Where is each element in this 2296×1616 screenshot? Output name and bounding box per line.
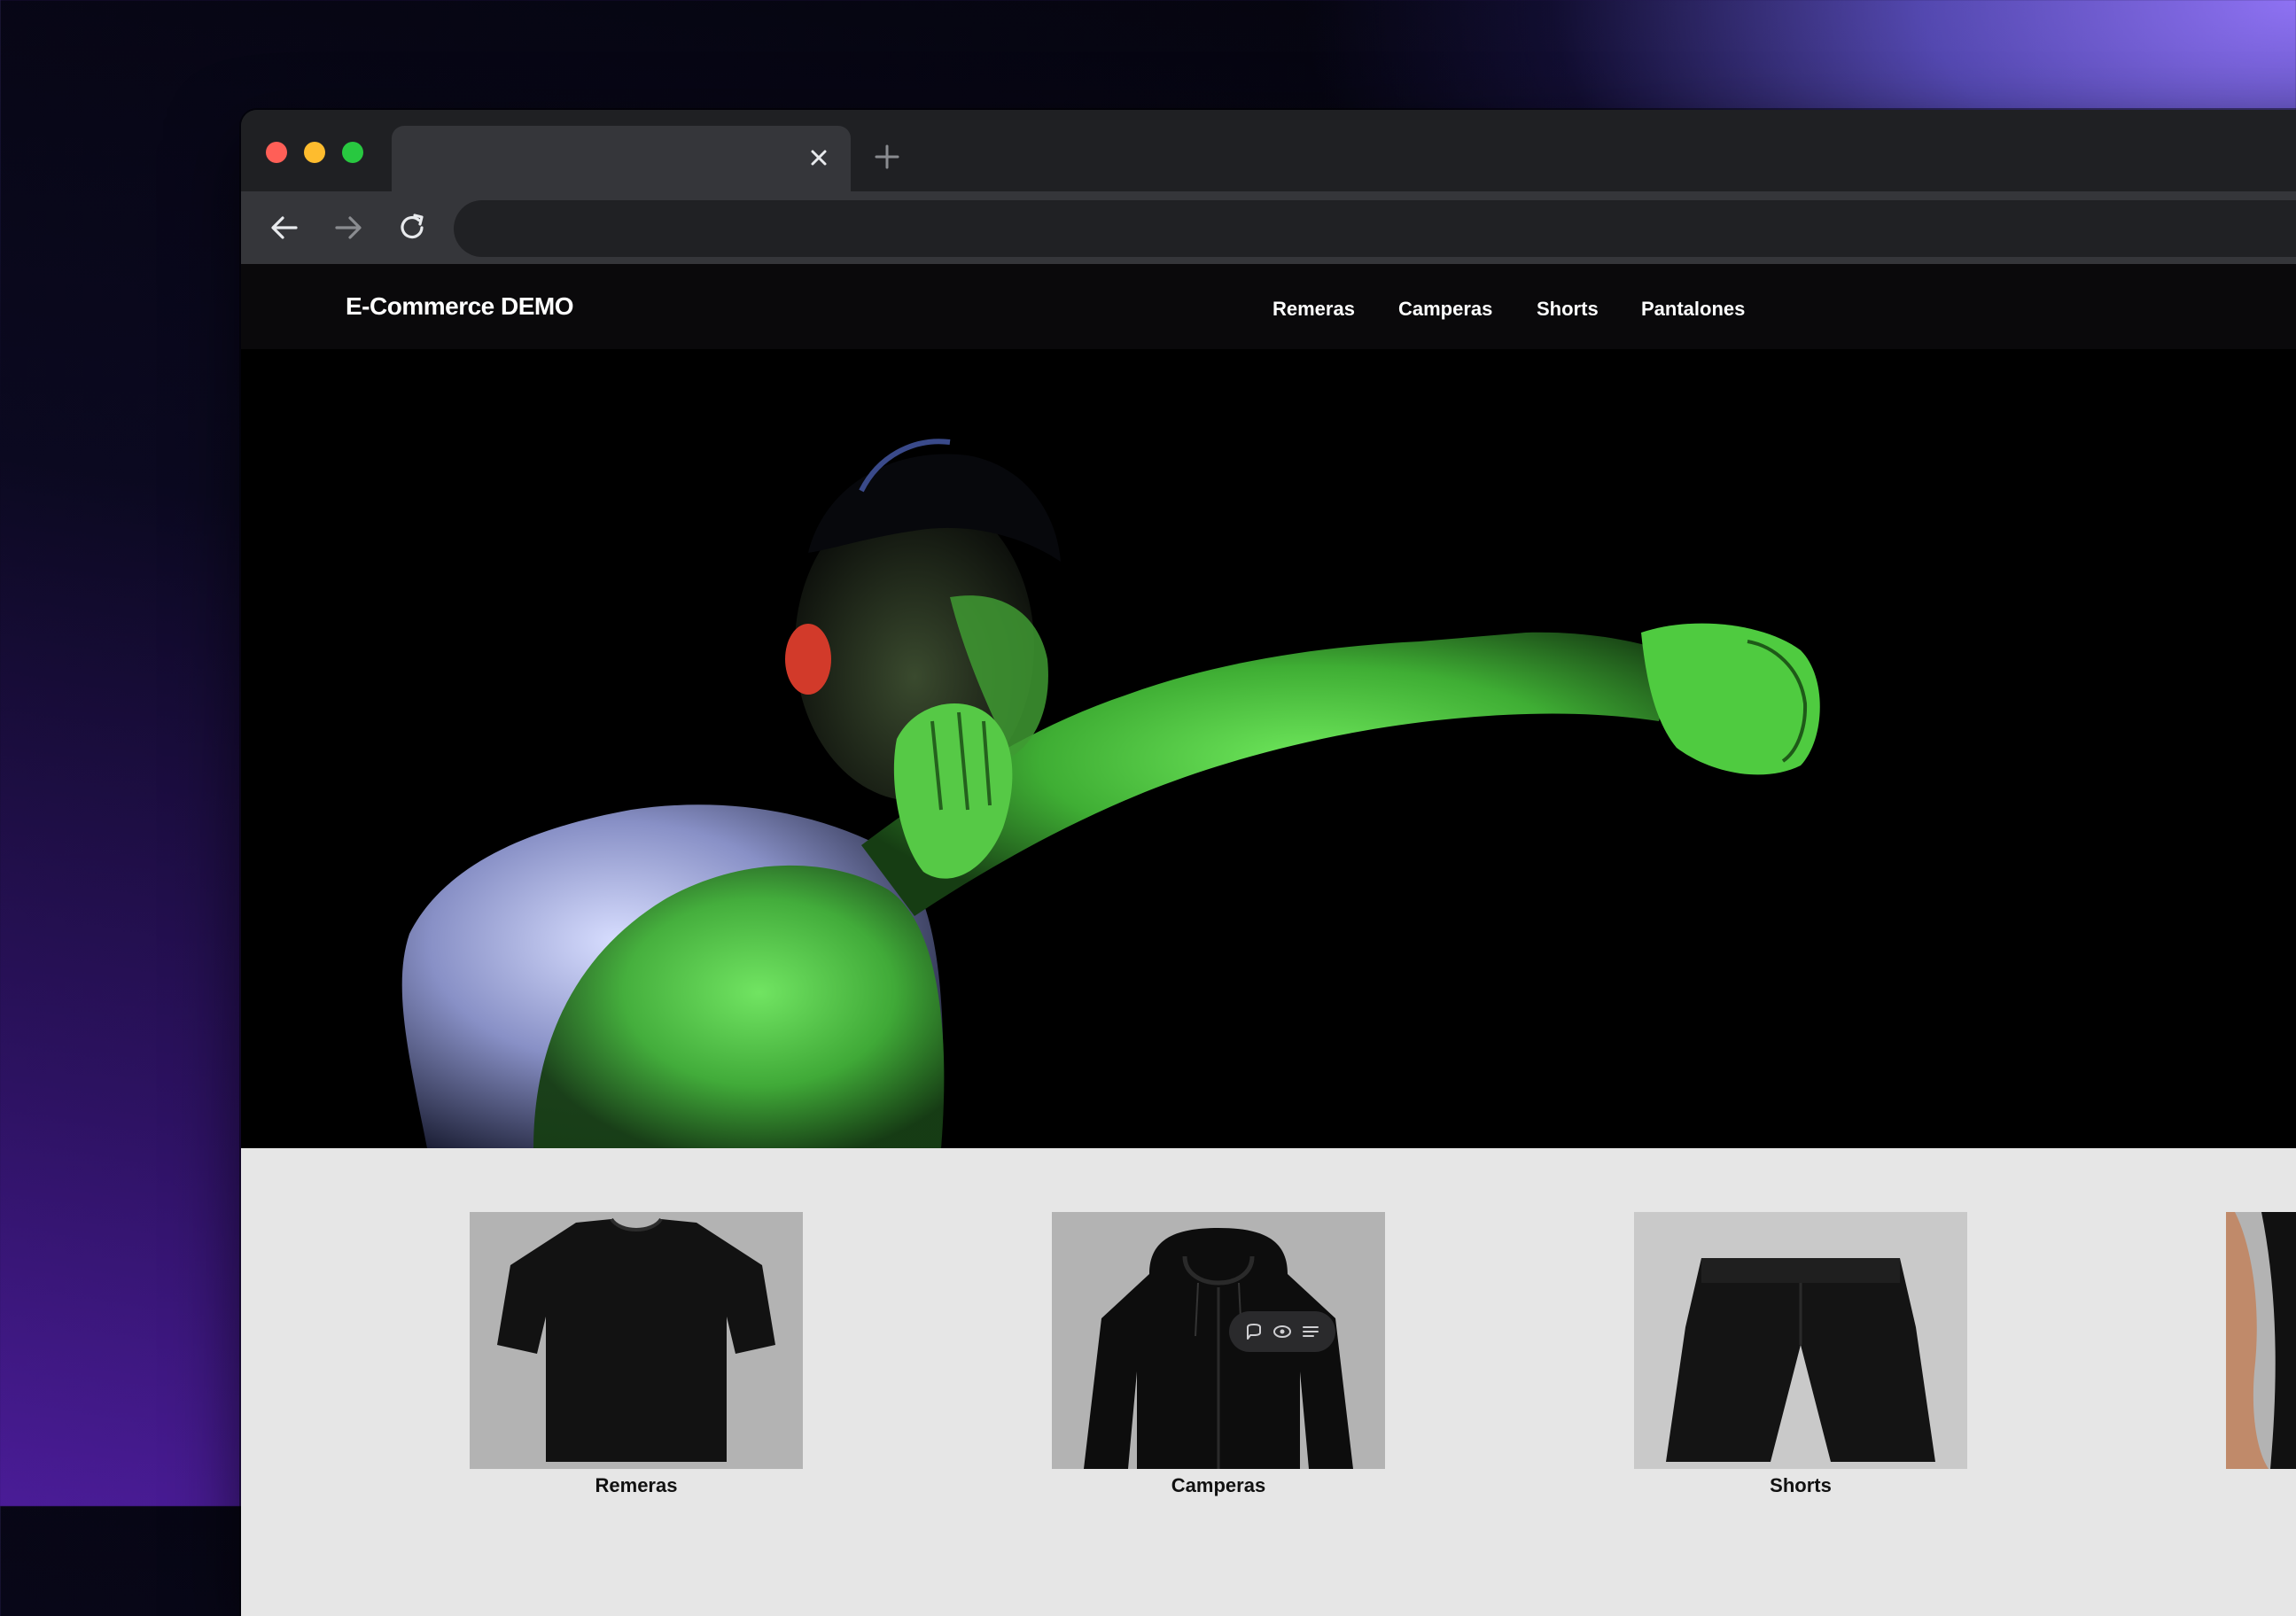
close-icon[interactable]	[805, 144, 833, 172]
nav-link-remeras[interactable]: Remeras	[1273, 298, 1355, 321]
category-label: Shorts	[1770, 1474, 1832, 1496]
close-window-button[interactable]	[266, 142, 287, 163]
arrow-right-icon[interactable]	[331, 211, 365, 245]
eye-icon[interactable]	[1273, 1322, 1292, 1341]
hoodie-image[interactable]	[1052, 1212, 1385, 1469]
hero-banner	[241, 349, 2296, 1148]
floating-toolbar	[1229, 1311, 1335, 1352]
category-card-pantalones[interactable]	[2226, 1212, 2296, 1474]
reload-icon[interactable]	[395, 211, 429, 245]
categories-section: Remeras Camperas Shorts	[241, 1148, 2296, 1616]
minimize-window-button[interactable]	[304, 142, 325, 163]
category-card-shorts[interactable]: Shorts	[1634, 1212, 1967, 1497]
comment-icon[interactable]	[1244, 1322, 1264, 1341]
nav-link-camperas[interactable]: Camperas	[1398, 298, 1492, 321]
hero-image	[241, 349, 2296, 1148]
tab-bar	[241, 110, 2296, 191]
browser-tab[interactable]	[392, 126, 851, 191]
browser-window: E-Commerce DEMO Remeras Camperas Shorts …	[241, 110, 2296, 1616]
shorts-image[interactable]	[1634, 1212, 1967, 1469]
page-viewport: E-Commerce DEMO Remeras Camperas Shorts …	[241, 264, 2296, 1616]
maximize-window-button[interactable]	[342, 142, 363, 163]
menu-icon[interactable]	[1301, 1322, 1320, 1341]
category-card-camperas[interactable]: Camperas	[1052, 1212, 1385, 1497]
browser-toolbar	[241, 191, 2296, 264]
pants-image[interactable]	[2226, 1212, 2296, 1469]
category-label: Camperas	[1171, 1474, 1266, 1496]
site-logo[interactable]: E-Commerce DEMO	[346, 292, 574, 321]
site-header: E-Commerce DEMO Remeras Camperas Shorts …	[241, 264, 2296, 349]
category-card-remeras[interactable]: Remeras	[470, 1212, 803, 1497]
nav-link-shorts[interactable]: Shorts	[1537, 298, 1599, 321]
address-bar[interactable]	[454, 200, 2296, 257]
tshirt-image[interactable]	[470, 1212, 803, 1469]
category-label: Remeras	[595, 1474, 678, 1496]
nav-link-pantalones[interactable]: Pantalones	[1641, 298, 1745, 321]
arrow-left-icon[interactable]	[268, 211, 301, 245]
plus-icon[interactable]	[872, 142, 902, 172]
